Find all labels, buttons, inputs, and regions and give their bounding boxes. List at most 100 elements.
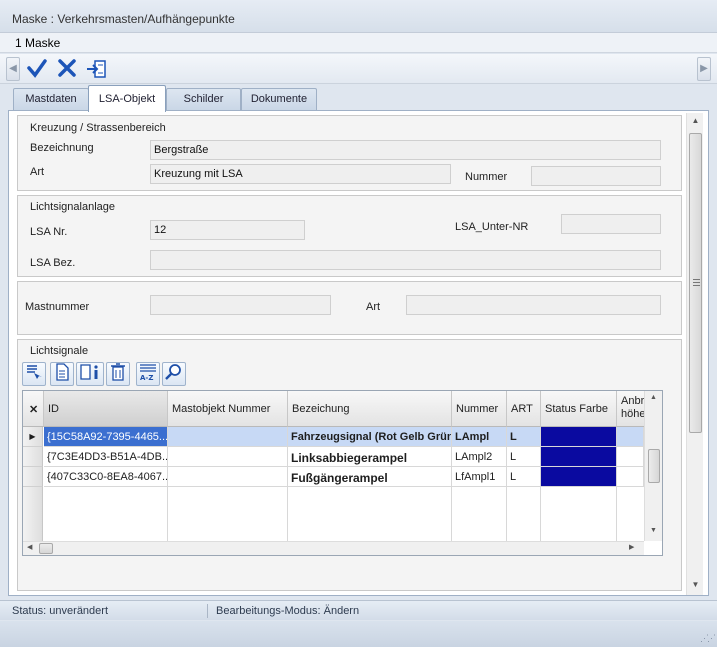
lsa-unter-nr-field[interactable]	[561, 214, 661, 234]
cell-art[interactable]: L	[507, 427, 541, 447]
chevron-right-icon[interactable]: ▶	[697, 57, 711, 81]
cell-status-farbe[interactable]	[541, 447, 617, 467]
bezeichnung-label: Bezeichnung	[30, 142, 94, 154]
cell-bezeichung[interactable]: Fahrzeugsignal (Rot Gelb Grün...	[288, 427, 452, 447]
mastnummer-field[interactable]	[150, 295, 331, 315]
lsa-unter-nr-label: LSA_Unter-NR	[455, 221, 529, 233]
grip-line	[693, 285, 700, 286]
chevron-left-icon[interactable]: ◀	[27, 543, 32, 551]
tab-mastdaten[interactable]: Mastdaten	[13, 88, 89, 111]
mast-art-field[interactable]	[406, 295, 661, 315]
cell-nummer[interactable]: LAmpl2	[452, 447, 507, 467]
art-label: Art	[30, 166, 45, 178]
lichtsignalanlage-panel: Lichtsignalanlage LSA Nr. 12 LSA_Unter-N…	[17, 195, 682, 277]
toolbar: ◀ ▶	[0, 54, 717, 84]
cell-nummer[interactable]: LAmpl	[452, 427, 507, 447]
close-icon[interactable]: ✕	[23, 391, 44, 427]
kreuzung-panel: Kreuzung / Strassenbereich Bezeichnung B…	[17, 115, 682, 191]
mast-panel: Mastnummer Art	[17, 281, 682, 335]
bezeichnung-field[interactable]: Bergstraße	[150, 140, 661, 160]
delete-icon[interactable]	[106, 362, 130, 386]
cell-id[interactable]: {407C33C0-8EA8-4067...	[44, 467, 168, 487]
grid-hscroll-thumb[interactable]	[39, 543, 53, 554]
grid-line	[451, 487, 452, 541]
tab-strip: Mastdaten LSA-Objekt Schilder Dokumente	[0, 85, 717, 112]
row-header	[23, 447, 43, 467]
col-header-status-farbe[interactable]: Status Farbe	[541, 391, 617, 427]
cell-status-farbe[interactable]	[541, 467, 617, 487]
tab-dokumente[interactable]: Dokumente	[241, 88, 317, 111]
lichtsignalanlage-title: Lichtsignalanlage	[30, 201, 116, 213]
grid-line	[540, 487, 541, 541]
grid-vertical-scrollbar[interactable]: ▲ ▼	[644, 391, 662, 541]
content-vertical-scrollbar[interactable]: ▲ ▼	[686, 113, 703, 595]
cell-status-farbe[interactable]	[541, 427, 617, 447]
status-text: Status: unverändert	[12, 605, 109, 617]
grid-scroll-thumb[interactable]	[648, 449, 660, 483]
check-icon[interactable]	[26, 58, 48, 80]
art-field[interactable]: Kreuzung mit LSA	[150, 164, 451, 184]
cell-art[interactable]: L	[507, 467, 541, 487]
cell-mastobjekt[interactable]	[168, 427, 288, 447]
resize-grip-icon[interactable]: ⋰⋰	[700, 633, 716, 644]
nummer-field[interactable]	[531, 166, 661, 186]
col-header-mastobjekt[interactable]: Mastobjekt Nummer	[168, 391, 288, 427]
kreuzung-title: Kreuzung / Strassenbereich	[30, 122, 166, 134]
col-header-id[interactable]: ID	[44, 391, 168, 427]
cell-bezeichung[interactable]: Linksabbiegerampel	[288, 447, 452, 467]
row-pointer-icon: ▶	[23, 427, 43, 447]
lsa-bez-field[interactable]	[150, 250, 661, 270]
mast-art-label: Art	[366, 301, 381, 313]
lichtsignale-title: Lichtsignale	[30, 345, 89, 357]
chevron-down-icon[interactable]: ▼	[650, 527, 657, 534]
chevron-up-icon[interactable]: ▲	[687, 113, 704, 129]
menu-item-maske[interactable]: 1 Maske	[15, 36, 60, 50]
cell-id[interactable]: {7C3E4DD3-B51A-4DB...	[44, 447, 168, 467]
mastnummer-label: Mastnummer	[25, 301, 90, 313]
content-scroll-thumb[interactable]	[689, 133, 702, 433]
cell-anbr-hoehe[interactable]	[617, 427, 644, 447]
cell-anbr-hoehe[interactable]	[617, 447, 644, 467]
filter-icon[interactable]	[22, 362, 46, 386]
lsa-bez-label: LSA Bez.	[30, 257, 76, 269]
lsa-nr-field[interactable]: 12	[150, 220, 305, 240]
close-icon[interactable]	[56, 58, 78, 80]
info-icon[interactable]	[76, 362, 104, 386]
cell-mastobjekt[interactable]	[168, 467, 288, 487]
grid-horizontal-scrollbar[interactable]: ◀ ▶	[23, 541, 644, 555]
col-header-nummer[interactable]: Nummer	[452, 391, 507, 427]
grip-line	[693, 282, 700, 283]
mode-text: Bearbeitungs-Modus: Ändern	[216, 605, 360, 617]
cell-bezeichung[interactable]: Fußgängerampel	[288, 467, 452, 487]
cell-anbr-hoehe[interactable]	[617, 467, 644, 487]
window-titlebar: Maske : Verkehrsmasten/Aufhängepunkte	[0, 0, 717, 33]
grip-line	[693, 279, 700, 280]
lsa-nr-label: LSA Nr.	[30, 226, 68, 238]
lichtsignale-grid[interactable]: ✕ ID Mastobjekt Nummer Bezeichung Nummer…	[22, 390, 663, 556]
col-header-anbr-hoehe[interactable]: Anbr höhe	[617, 391, 645, 427]
tab-lsa-objekt[interactable]: LSA-Objekt	[88, 85, 166, 112]
chevron-down-icon[interactable]: ▼	[687, 577, 704, 593]
sort-az-icon[interactable]: A-Z	[136, 362, 160, 386]
row-header	[23, 467, 43, 487]
search-icon[interactable]	[162, 362, 186, 386]
status-bar: Status: unverändert Bearbeitungs-Modus: …	[0, 600, 717, 620]
row-header-empty	[23, 487, 43, 541]
col-header-art[interactable]: ART	[507, 391, 541, 427]
chevron-left-icon[interactable]: ◀	[6, 57, 20, 81]
cell-art[interactable]: L	[507, 447, 541, 467]
tab-schilder[interactable]: Schilder	[166, 88, 241, 111]
cell-mastobjekt[interactable]	[168, 447, 288, 467]
chevron-up-icon[interactable]: ▲	[650, 394, 657, 401]
grid-line	[167, 487, 168, 541]
export-icon[interactable]	[86, 58, 108, 80]
menubar: 1 Maske	[0, 33, 717, 53]
col-header-bezeichung[interactable]: Bezeichung	[288, 391, 452, 427]
cell-id[interactable]: {15C58A92-7395-4465...	[44, 427, 168, 447]
nummer-label: Nummer	[465, 171, 508, 183]
chevron-right-icon[interactable]: ▶	[629, 543, 634, 551]
document-icon[interactable]	[50, 362, 74, 386]
cell-nummer[interactable]: LfAmpl1	[452, 467, 507, 487]
bottom-bar: ⋰⋰	[0, 621, 717, 647]
grid-line	[287, 487, 288, 541]
